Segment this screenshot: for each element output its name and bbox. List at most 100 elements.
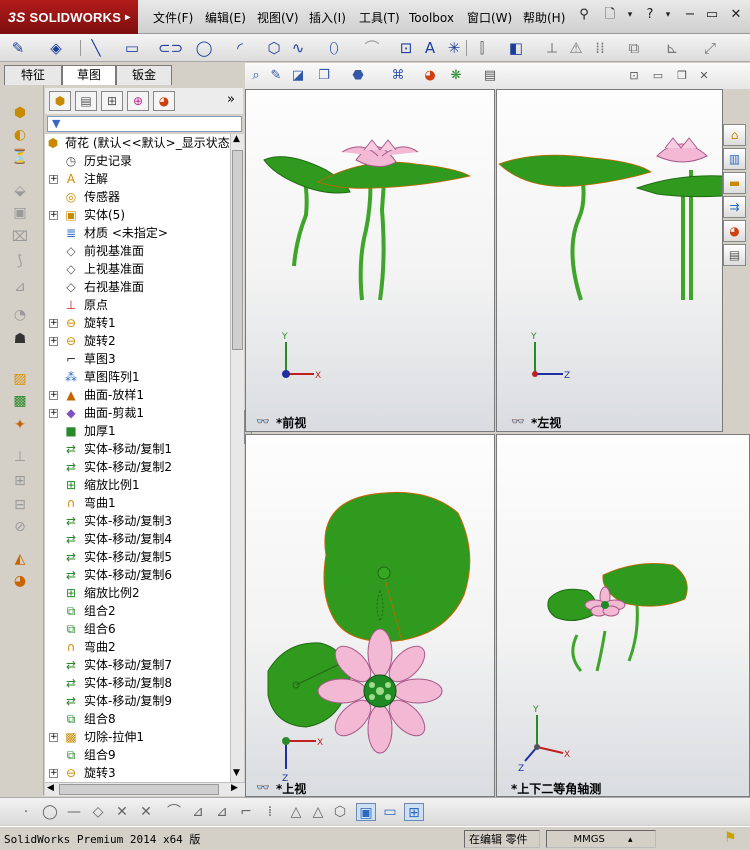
smart-dimension-icon[interactable]: ◈ (46, 38, 66, 58)
menu-file[interactable]: 文件(F) (153, 10, 193, 26)
convert-entities-icon[interactable]: ◧ (506, 38, 526, 58)
tab-sheet-metal[interactable]: 钣金 (116, 65, 172, 85)
restore-icon[interactable]: ▭ (702, 6, 722, 24)
point-tool-icon[interactable]: · (16, 803, 36, 821)
view-settings-icon[interactable]: ▤ (481, 67, 499, 85)
tab-sketch[interactable]: 草图 (62, 65, 116, 85)
wrap-icon[interactable]: ⊟ (10, 495, 30, 515)
status-units[interactable]: MMGS ▴ (546, 830, 656, 848)
lofted-cut-icon[interactable]: ◔ (10, 305, 30, 325)
menu-edit[interactable]: 编辑(E) (205, 10, 246, 26)
scroll-down-icon[interactable]: ▼ (233, 768, 240, 778)
swept-cut-icon[interactable]: ⊿ (10, 277, 30, 297)
linear-pattern-feature-icon[interactable]: ▩ (10, 391, 30, 411)
help-icon[interactable]: ? (640, 6, 660, 24)
viewport-tile-icon[interactable]: ⊡ (625, 67, 643, 85)
pattern-tool-icon[interactable]: ⁞ (260, 803, 280, 821)
polygon-tool-icon[interactable]: ◇ (88, 803, 108, 821)
viewport-left[interactable]: Y Z 👓 *左视 (496, 89, 723, 432)
polygon-icon[interactable]: ⬡ (264, 38, 284, 58)
curves-icon[interactable]: ◕ (10, 571, 30, 591)
reference-geometry-icon[interactable]: ◭ (10, 549, 30, 569)
draft-icon[interactable]: ⊥ (10, 447, 30, 467)
circle-icon[interactable]: ◯ (194, 38, 214, 58)
menu-insert[interactable]: 插入(I) (309, 10, 346, 26)
tree-horizontal-scrollbar[interactable]: ◀ ▶ (45, 782, 245, 796)
help-dropdown-icon[interactable]: ▾ (658, 6, 678, 24)
circle-tool-icon[interactable]: ◯ (40, 803, 60, 821)
mirror-icon[interactable]: ⫿ (472, 38, 492, 58)
tab-features[interactable]: 特征 (4, 65, 62, 85)
line-icon[interactable]: ╲ (86, 38, 106, 58)
linear-pattern-icon[interactable]: ⁞⁞ (590, 38, 610, 58)
menu-help[interactable]: 帮助(H) (523, 10, 565, 26)
viewport-isometric[interactable]: Y X Z *上下二等角轴测 (496, 434, 750, 797)
lofted-boss-icon[interactable]: ⬙ (10, 181, 30, 201)
feature-manager-tab-icon[interactable]: ⬢ (49, 91, 71, 111)
fillet-tool-icon[interactable]: ⌒ (164, 803, 184, 821)
expand-icon[interactable]: + (49, 391, 58, 400)
rebuild-icon[interactable]: ⚑ (724, 830, 737, 846)
triangle-tool-icon[interactable]: △ (308, 803, 328, 821)
centerline-icon[interactable]: — (64, 803, 84, 821)
sketch-icon[interactable]: ✎ (8, 38, 28, 58)
shell-icon[interactable]: ⊞ (10, 471, 30, 491)
section-view-icon[interactable]: ◪ (289, 67, 307, 85)
shaded-display-icon[interactable]: ▣ (356, 803, 376, 821)
hscroll-thumb[interactable] (59, 784, 219, 795)
home-icon[interactable]: ⌂ (723, 124, 746, 146)
zoom-to-fit-icon[interactable]: ⌕ (247, 67, 265, 85)
extruded-boss-icon[interactable]: ⬢ (10, 103, 30, 123)
expand-icon[interactable]: + (49, 211, 58, 220)
new-dropdown-icon[interactable]: ▾ (620, 6, 640, 24)
mirror-tool-icon[interactable]: ⊿ (212, 803, 232, 821)
text-icon[interactable]: A (420, 38, 440, 58)
swept-boss-icon[interactable]: ⏳ (10, 147, 30, 167)
corner-tool-icon[interactable]: ⌐ (236, 803, 256, 821)
menu-window[interactable]: 窗口(W) (467, 10, 512, 26)
rectangle-icon[interactable]: ▭ (122, 38, 142, 58)
viewport-close-icon[interactable]: ✕ (695, 67, 713, 85)
display-style-icon[interactable]: ⬣ (349, 67, 367, 85)
polygon-outline-icon[interactable]: ⬡ (330, 803, 350, 821)
single-view-icon[interactable]: ▭ (380, 803, 400, 821)
design-library-icon[interactable]: ▥ (723, 148, 746, 170)
four-view-icon[interactable]: ⊞ (404, 803, 424, 821)
apply-scene-icon[interactable]: ❋ (447, 67, 465, 85)
dim-xpert-tab-icon[interactable]: ⊕ (127, 91, 149, 111)
spline-icon[interactable]: ∿ (288, 38, 308, 58)
expand-icon[interactable]: + (49, 319, 58, 328)
point-icon[interactable]: ✳ (444, 38, 464, 58)
tree-vertical-scrollbar[interactable]: ▲ ▼ (230, 134, 244, 782)
fillet-icon[interactable]: ⌒ (362, 38, 382, 58)
new-document-icon[interactable]: 🗋 (600, 6, 620, 24)
offset-entities-icon[interactable]: ⊡ (396, 38, 416, 58)
file-explorer-icon[interactable]: ▬ (723, 172, 746, 194)
expand-icon[interactable]: + (49, 409, 58, 418)
slot-icon[interactable]: ⊂⊃ (158, 38, 183, 58)
revolved-cut-icon[interactable]: ⟆ (10, 251, 30, 271)
solidworks-logo[interactable]: 3S SOLIDWORKS ▸ (0, 0, 138, 34)
scroll-up-icon[interactable]: ▲ (233, 134, 240, 144)
property-manager-tab-icon[interactable]: ▤ (75, 91, 97, 111)
tree-filter-input[interactable]: ▼ (47, 116, 242, 132)
expand-tabs-icon[interactable]: » (227, 92, 235, 107)
extruded-cut-icon[interactable]: ⌧ (10, 227, 30, 247)
scroll-right-icon[interactable]: ▶ (231, 783, 238, 793)
expand-icon[interactable]: + (49, 337, 58, 346)
view-palette-icon[interactable]: ⇉ (723, 196, 746, 218)
viewport-restore-icon[interactable]: ❐ (673, 67, 691, 85)
ellipse-icon[interactable]: ⬯ (324, 38, 344, 58)
dome-icon[interactable]: ⊘ (10, 517, 30, 537)
revolved-boss-icon[interactable]: ◐ (10, 125, 30, 145)
chamfer-tool-icon[interactable]: ⊿ (188, 803, 208, 821)
repair-sketch-icon[interactable]: ⤢ (700, 38, 720, 58)
pin-icon[interactable]: ⚲ (574, 6, 594, 24)
viewport-front[interactable]: Y X 👓 *前视 (245, 89, 495, 432)
boundary-boss-icon[interactable]: ▣ (10, 203, 30, 223)
display-manager-tab-icon[interactable]: ◕ (153, 91, 175, 111)
appearances-icon[interactable]: ◕ (723, 220, 746, 242)
extend-tool-icon[interactable]: ✕ (136, 803, 156, 821)
slot-tool-icon[interactable]: △ (286, 803, 306, 821)
expand-icon[interactable]: + (49, 175, 58, 184)
